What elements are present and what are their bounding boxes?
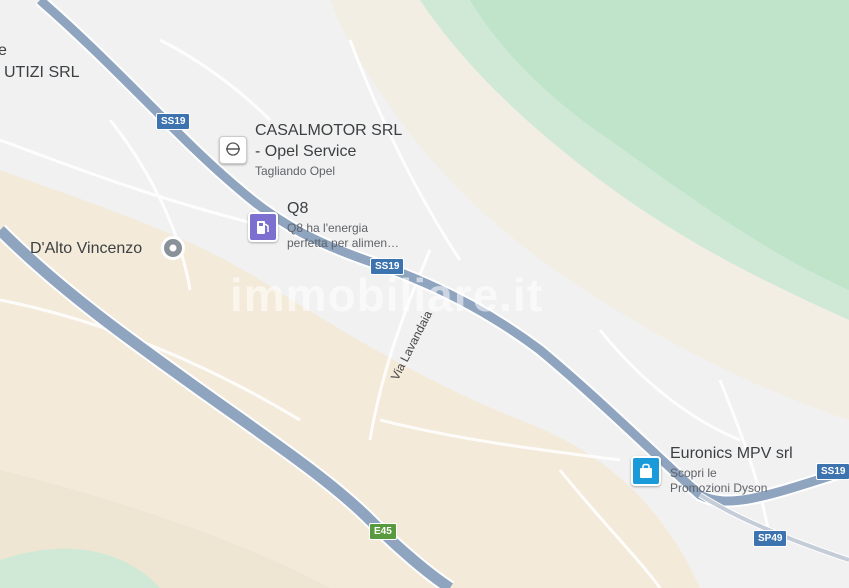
poi-q8-subtitle: Q8 ha l'energia <box>287 221 369 235</box>
opel-logo-icon[interactable] <box>219 136 247 164</box>
fuel-pump-icon[interactable] <box>248 212 278 242</box>
poi-euronics-title[interactable]: Euronics MPV srl <box>670 445 793 463</box>
place-marker-icon[interactable] <box>160 235 186 261</box>
poi-euronics-subtitle: Scopri le <box>670 466 717 480</box>
opel-logo-icon <box>226 142 240 156</box>
road-shield-ss19: SS19 <box>816 463 849 480</box>
poi-q8-title[interactable]: Q8 <box>287 200 308 218</box>
watermark: immobiliare.it <box>230 269 544 321</box>
shopping-bag-icon <box>640 463 652 478</box>
poi-casalmotor-title[interactable]: CASALMOTOR SRL <box>255 122 402 140</box>
road-shield-e45: E45 <box>369 523 397 540</box>
poi-dalto-title[interactable]: D'Alto Vincenzo <box>30 240 142 258</box>
place-marker-icon <box>161 236 185 260</box>
poi-casalmotor-subtitle: Tagliando Opel <box>255 164 336 178</box>
poi-casalmotor-title-line2[interactable]: - Opel Service <box>255 143 356 161</box>
road-shield-sp49: SP49 <box>753 530 788 547</box>
fuel-pump-icon <box>257 221 269 234</box>
shopping-bag-icon[interactable] <box>631 456 661 486</box>
poi-utizi-title[interactable]: UTIZI SRL <box>4 64 80 82</box>
road-shield-ss19: SS19 <box>156 113 191 130</box>
partial-label: e <box>0 42 7 59</box>
poi-q8-subtitle-line2: perfetta per alimen… <box>287 236 400 250</box>
poi-euronics-subtitle-line2: Promozioni Dyson <box>670 481 768 495</box>
